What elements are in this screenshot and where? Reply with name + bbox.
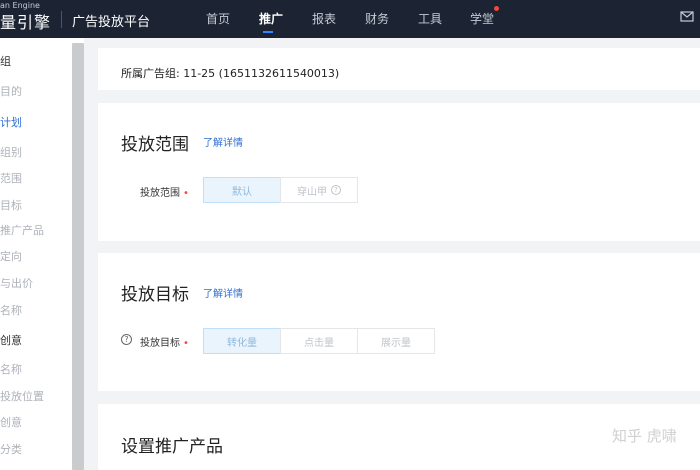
sidebar-item-name[interactable]: 名称 bbox=[0, 302, 22, 318]
platform-title: 广告投放平台 bbox=[72, 15, 151, 30]
scope-option-pangle[interactable]: 穿山甲? bbox=[280, 177, 358, 203]
goal-card bbox=[98, 253, 700, 391]
sidebar-group-header: 组 bbox=[0, 55, 11, 68]
scope-field-label: 投放范围 • bbox=[140, 188, 189, 199]
sidebar-item-scope[interactable]: 范围 bbox=[0, 170, 22, 186]
nav-home[interactable]: 首页 bbox=[206, 10, 230, 27]
scope-section-title: 投放范围 bbox=[121, 135, 189, 155]
nav-tools[interactable]: 工具 bbox=[418, 10, 442, 27]
scope-option-default[interactable]: 默认 bbox=[203, 177, 281, 203]
sidebar-item-creative[interactable]: 创意 bbox=[0, 414, 22, 430]
help-icon: ? bbox=[331, 185, 341, 195]
sidebar-item-targeting[interactable]: 定向 bbox=[0, 248, 22, 264]
watermark-text: 知乎 虎啸 bbox=[612, 427, 677, 445]
logo-divider bbox=[61, 11, 62, 28]
goal-option-impressions[interactable]: 展示量 bbox=[357, 328, 435, 354]
question-icon[interactable]: ? bbox=[121, 334, 132, 345]
goal-section-title: 投放目标 bbox=[121, 285, 189, 305]
sidebar-item-creative-name[interactable]: 名称 bbox=[0, 361, 22, 377]
sidebar-item-category[interactable]: 分类 bbox=[0, 441, 22, 457]
scope-learn-more-link[interactable]: 了解详情 bbox=[203, 134, 243, 149]
sidebar-item-goal[interactable]: 目的 bbox=[0, 83, 22, 99]
mail-icon[interactable] bbox=[680, 9, 694, 23]
adgroup-label: 所属广告组: 11-25 (1651132611540013) bbox=[121, 67, 340, 80]
goal-field-label: 投放目标 • bbox=[140, 338, 189, 349]
goal-option-conversion[interactable]: 转化量 bbox=[203, 328, 281, 354]
top-navigation-bar: an Engine 量引擎 广告投放平台 首页 推广 报表 财务 工具 学堂 bbox=[0, 0, 700, 38]
product-section-title: 设置推广产品 bbox=[121, 437, 223, 457]
goal-learn-more-link[interactable]: 了解详情 bbox=[203, 285, 243, 300]
nav-finance[interactable]: 财务 bbox=[365, 10, 389, 27]
sidebar-item-group[interactable]: 组别 bbox=[0, 144, 22, 160]
goal-option-clicks[interactable]: 点击量 bbox=[280, 328, 358, 354]
sidebar-group-creative: 创意 bbox=[0, 334, 22, 347]
sidebar-scrollbar[interactable] bbox=[72, 43, 84, 470]
nav-academy[interactable]: 学堂 bbox=[470, 10, 494, 27]
nav-promotion[interactable]: 推广 bbox=[259, 10, 283, 27]
notification-dot bbox=[494, 6, 499, 11]
sidebar-item-product[interactable]: 推广产品 bbox=[0, 222, 44, 238]
sidebar-item-plan[interactable]: 计划 bbox=[0, 114, 22, 130]
sidebar-item-target[interactable]: 目标 bbox=[0, 197, 22, 213]
sidebar-item-placement[interactable]: 投放位置 bbox=[0, 388, 44, 404]
logo[interactable]: 量引擎 bbox=[0, 9, 51, 33]
nav-reports[interactable]: 报表 bbox=[312, 10, 336, 27]
active-tab-indicator bbox=[263, 31, 273, 33]
sidebar-item-bid[interactable]: 与出价 bbox=[0, 275, 33, 291]
scope-card bbox=[98, 103, 700, 241]
